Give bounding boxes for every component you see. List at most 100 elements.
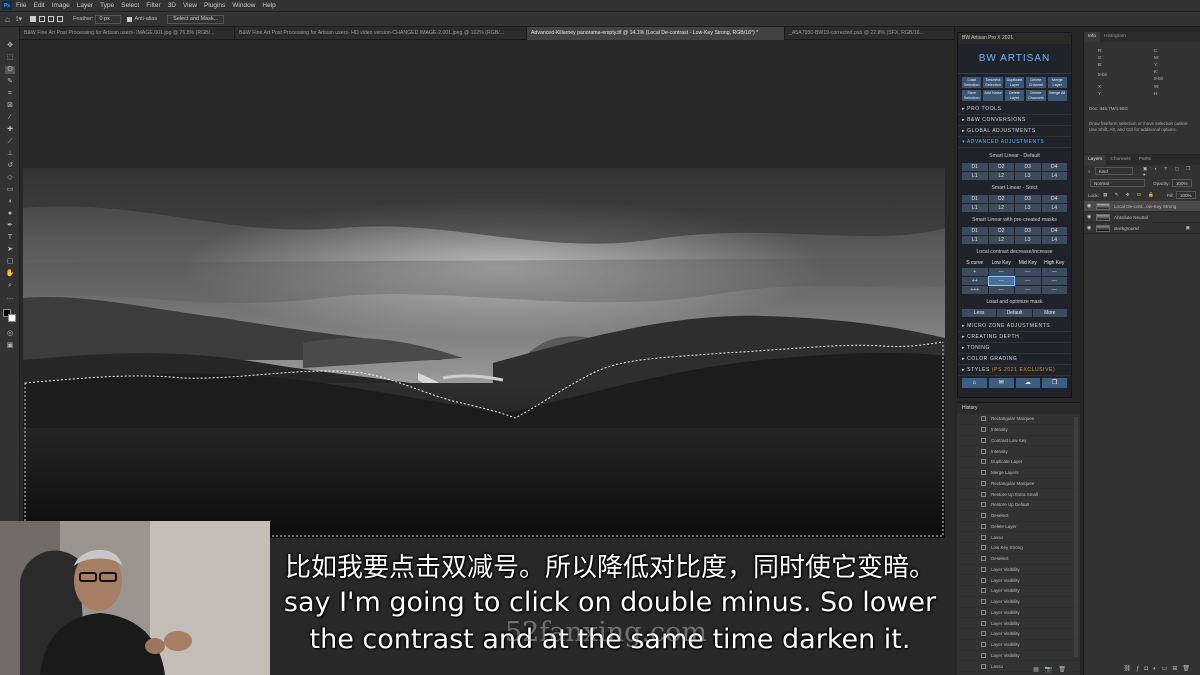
blend-mode-select[interactable]: Normal (1090, 179, 1145, 187)
eyedropper-tool-icon[interactable]: ⁄ (5, 114, 15, 122)
load-selection-button[interactable]: Load Selection (962, 77, 982, 88)
menu-edit[interactable]: Edit (33, 2, 44, 9)
history-item[interactable]: Rectangular Marquee (957, 414, 1080, 425)
subtract-selection-icon[interactable] (47, 16, 54, 22)
section-toning[interactable]: ▸ TONING (958, 343, 1071, 354)
l3-button[interactable]: L3 (1015, 172, 1041, 180)
section-styles[interactable]: ▸ STYLES (PS 2021 EXCLUSIVE) (958, 365, 1071, 376)
deselect-selection-button[interactable]: Deselect Selection (983, 77, 1003, 88)
d1-button[interactable]: D1 (962, 227, 988, 235)
section-color-grading[interactable]: ▸ COLOR GRADING (958, 354, 1071, 365)
eraser-tool-icon[interactable]: ◇ (5, 174, 15, 182)
history-item[interactable]: Delete Layer (957, 522, 1080, 533)
email-icon[interactable]: ✉ (988, 378, 1014, 388)
visibility-eye-icon[interactable]: ◉ (1087, 214, 1093, 220)
type-tool-icon[interactable]: T (5, 234, 15, 242)
move-tool-icon[interactable]: ✥ (5, 42, 15, 50)
l3-button[interactable]: L3 (1015, 204, 1041, 212)
d2-button[interactable]: D2 (988, 163, 1014, 171)
l4-button[interactable]: L4 (1041, 172, 1067, 180)
tab-document-1[interactable]: B&W Fine Art Post Processing for Artisan… (20, 27, 235, 40)
s-curve-plus2-button[interactable]: ++ (962, 277, 988, 285)
l4-button[interactable]: L4 (1041, 204, 1067, 212)
section-advanced-adjustments[interactable]: ▾ ADVANCED ADJUSTMENTS (958, 137, 1071, 148)
snapshot-icon[interactable]: ▤ (1033, 667, 1045, 673)
menu-file[interactable]: File (16, 2, 26, 9)
delete-channels-button[interactable]: Delete Channels (1026, 90, 1046, 101)
cloud-upload-icon[interactable]: ☁ (1015, 378, 1041, 388)
menu-layer[interactable]: Layer (77, 2, 93, 9)
new-selection-icon[interactable] (29, 16, 36, 22)
d3-button[interactable]: D3 (1015, 163, 1041, 171)
l1-button[interactable]: L1 (962, 236, 988, 244)
history-item[interactable]: Restore Up Default (957, 500, 1080, 511)
path-select-tool-icon[interactable]: ➤ (5, 246, 15, 254)
tab-channels[interactable]: Channels (1106, 155, 1134, 165)
layer-row[interactable]: ◉ Absolute Neutral (1084, 212, 1200, 223)
visibility-eye-icon[interactable]: ◉ (1087, 203, 1093, 209)
low-key-minus-button[interactable]: — (988, 268, 1014, 276)
history-item[interactable]: Intensity (957, 446, 1080, 457)
history-scrollbar[interactable] (1074, 417, 1078, 657)
camera-icon[interactable]: 📷 (1045, 667, 1058, 673)
landscape-image[interactable] (23, 168, 945, 538)
menu-filter[interactable]: Filter (146, 2, 160, 9)
merge-layer-button[interactable]: Merge Layer (1047, 77, 1067, 88)
history-brush-tool-icon[interactable]: ↺ (5, 162, 15, 170)
pen-tool-icon[interactable]: ✒ (5, 222, 15, 230)
trash-icon[interactable]: 🗑 (1182, 666, 1195, 672)
history-item[interactable]: Deselect (957, 511, 1080, 522)
section-micro-zone[interactable]: ▸ MICRO ZONE ADJUSTMENTS (958, 321, 1071, 332)
filter-icons[interactable]: ▣ ◐ T ▢ ❐ ● (1143, 166, 1200, 177)
more-tools-icon[interactable]: … (5, 294, 15, 302)
history-item[interactable]: Contrast Low Key (957, 436, 1080, 447)
marquee-tool-icon[interactable]: ⬚ (5, 54, 15, 62)
background-color-swatch[interactable] (8, 314, 16, 322)
history-item[interactable]: Intensity (957, 425, 1080, 436)
lock-icons[interactable]: ▦ ✎ ✥ ⊡ 🔒 (1103, 192, 1157, 198)
hand-tool-icon[interactable]: ✋ (5, 270, 15, 278)
section-creating-depth[interactable]: ▸ CREATING DEPTH (958, 332, 1071, 343)
mask-more-button[interactable]: More (1032, 309, 1067, 317)
d3-button[interactable]: D3 (1015, 227, 1041, 235)
select-and-mask-button[interactable]: Select and Mask... (167, 14, 225, 24)
d4-button[interactable]: D4 (1041, 195, 1067, 203)
adjustment-icon[interactable]: ◐ (1153, 666, 1162, 672)
s-curve-plus3-button[interactable]: +++ (962, 286, 988, 294)
history-item[interactable]: Duplicate Layer (957, 457, 1080, 468)
section-global-adjustments[interactable]: ▸ GLOBAL ADJUSTMENTS (958, 126, 1071, 137)
d3-button[interactable]: D3 (1015, 195, 1041, 203)
low-key-double-minus-button[interactable]: — (987, 276, 1015, 286)
visibility-eye-icon[interactable]: ◉ (1087, 225, 1093, 231)
link-icon[interactable]: ⛓ (1123, 666, 1136, 672)
low-key-triple-minus-button[interactable]: — (988, 286, 1014, 294)
mid-key-triple-minus-button[interactable]: — (1015, 286, 1041, 294)
intersect-selection-icon[interactable] (56, 16, 63, 22)
tab-paths[interactable]: Paths (1135, 155, 1155, 165)
tab-document-4[interactable]: _A5A7950-BW19-corrected.psb @ 22.8% (SFX… (785, 27, 955, 40)
frame-tool-icon[interactable]: ⊠ (5, 102, 15, 110)
layer-row[interactable]: ◉ Local De-cont...ow-Key Strong (1084, 201, 1200, 212)
tab-document-active[interactable]: Advanced-Killarney panorama-empty.tif @ … (527, 27, 785, 40)
menu-select[interactable]: Select (121, 2, 139, 9)
menu-image[interactable]: Image (52, 2, 70, 9)
clone-stamp-tool-icon[interactable]: ⊥ (5, 150, 15, 158)
menu-3d[interactable]: 3D (168, 2, 176, 9)
d2-button[interactable]: D2 (988, 195, 1014, 203)
lasso-tool-preset-icon[interactable]: ⟟▾ (16, 15, 22, 24)
folder-icon[interactable]: ▭ (1162, 666, 1173, 672)
tab-histogram[interactable]: Histogram (1100, 32, 1130, 42)
delete-layer-button[interactable]: Delete Layer (1004, 90, 1025, 101)
healing-brush-tool-icon[interactable]: ✚ (5, 126, 15, 134)
l1-button[interactable]: L1 (962, 204, 988, 212)
tab-document-2[interactable]: B&W Fine Art Post Processing for Artisan… (235, 27, 527, 40)
feather-input[interactable]: 0 px (95, 14, 122, 24)
menu-view[interactable]: View (183, 2, 197, 9)
tab-layers[interactable]: Layers (1084, 155, 1107, 165)
opacity-input[interactable]: 100% (1171, 179, 1192, 187)
s-curve-plus-button[interactable]: + (962, 268, 988, 276)
menu-type[interactable]: Type (100, 2, 114, 9)
dodge-tool-icon[interactable]: ● (5, 210, 15, 218)
history-item[interactable]: Rectangular Marquee (957, 479, 1080, 490)
mask-default-button[interactable]: Default (997, 309, 1032, 317)
